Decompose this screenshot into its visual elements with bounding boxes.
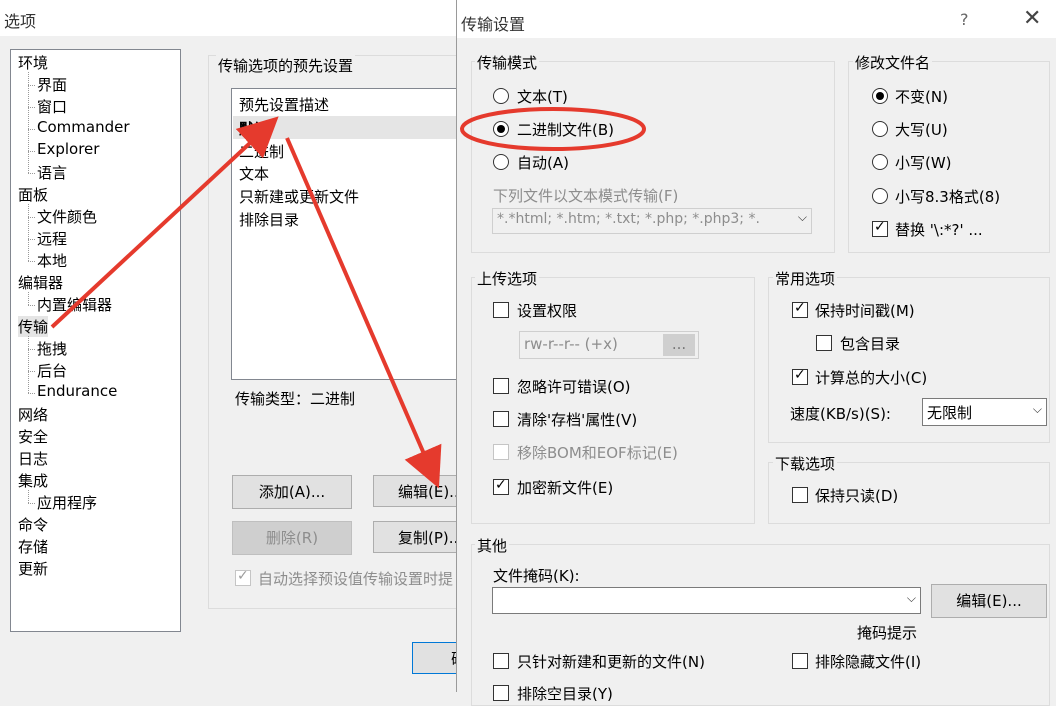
binary-mode-highlight — [460, 107, 646, 151]
annotation-overlay — [50, 107, 646, 489]
arrow-preset-to-edit — [285, 137, 442, 489]
arrow-tree-to-preset — [50, 116, 279, 329]
